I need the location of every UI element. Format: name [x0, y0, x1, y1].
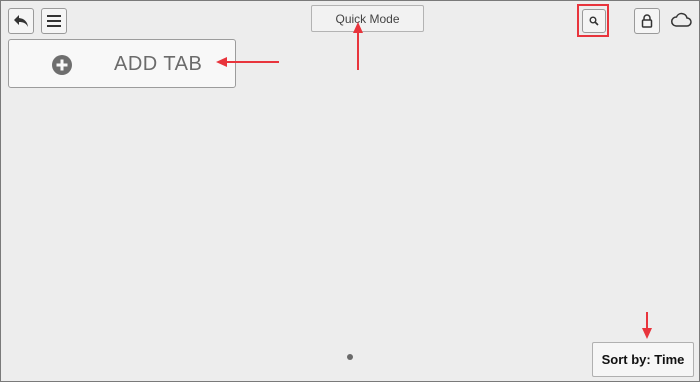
sort-button[interactable]: Sort by: Time — [592, 342, 694, 377]
back-arrow-icon — [14, 15, 28, 27]
hamburger-menu-icon — [47, 15, 61, 27]
page-indicator-dot — [347, 354, 353, 360]
lock-icon — [641, 14, 653, 28]
app-screen: Quick Mode ADD TAB Sort by: Time — [0, 0, 700, 382]
cloud-icon[interactable] — [670, 12, 692, 28]
search-button[interactable] — [582, 9, 606, 33]
lock-button[interactable] — [634, 8, 660, 34]
menu-button[interactable] — [41, 8, 67, 34]
search-icon — [589, 16, 599, 26]
quick-mode-button[interactable]: Quick Mode — [311, 5, 424, 32]
add-tab-button[interactable]: ADD TAB — [8, 39, 236, 88]
back-button[interactable] — [8, 8, 34, 34]
plus-circle-icon — [52, 55, 72, 75]
add-tab-label: ADD TAB — [114, 53, 203, 75]
